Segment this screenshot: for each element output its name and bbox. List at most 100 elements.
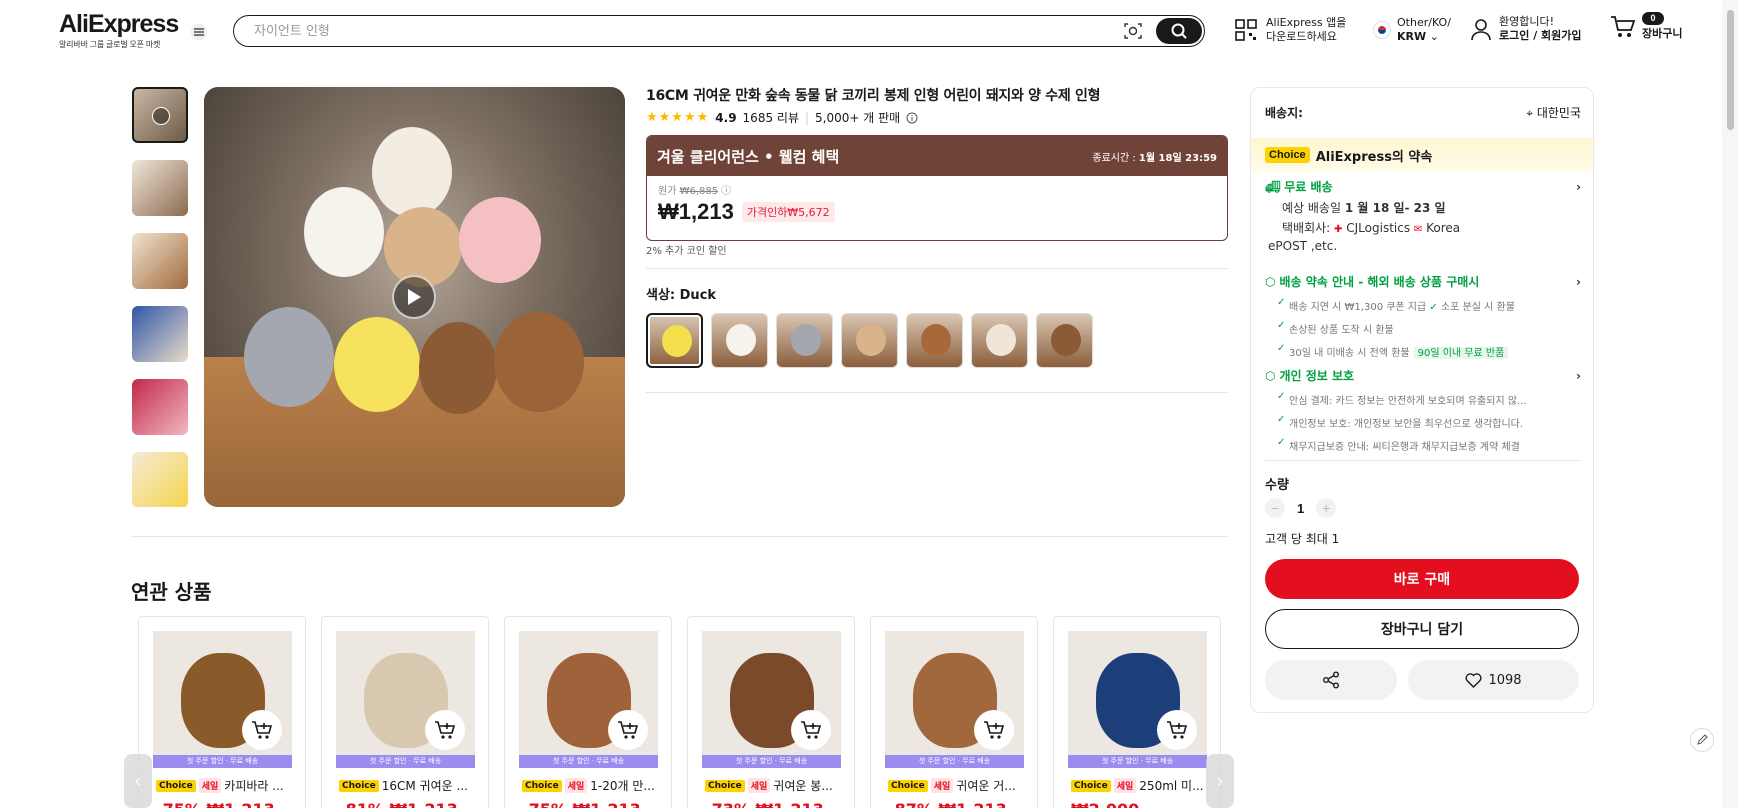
user-icon [1471, 19, 1491, 41]
main-product-image[interactable] [204, 87, 625, 507]
swatch-duck[interactable] [646, 313, 703, 368]
search-input[interactable] [254, 22, 1104, 40]
choice-badge: Choice [522, 779, 562, 792]
wishlist-count: 1098 [1488, 672, 1522, 688]
related-product-name[interactable]: Choice 세일 카피바라 ... [156, 777, 296, 794]
account-menu[interactable]: 환영합니다! 로그인 / 회원가입 [1469, 15, 1582, 43]
swatch-lamb[interactable] [711, 313, 768, 368]
ship-to-row[interactable]: 배송지: ⌖ 대한민국 [1265, 104, 1581, 121]
swatch-elephant[interactable] [776, 313, 833, 368]
related-product-card[interactable]: 첫 주문 할인 · 무료 배송 Choice 세일 카피바라 ... -75% … [138, 616, 306, 808]
sale-badge: 세일 [1113, 778, 1137, 793]
related-product-name[interactable]: Choice 세일 귀여운 봉... [705, 777, 845, 794]
swatch-bear[interactable] [841, 313, 898, 368]
share-icon [1323, 671, 1339, 689]
privacy-section[interactable]: ⬡개인 정보 보호 › 안심 결제: 카드 정보는 안전하게 보호되며 유출되지… [1265, 367, 1581, 454]
review-count[interactable]: 1685 리뷰 [743, 109, 799, 126]
login-link[interactable]: 로그인 / 회원가입 [1499, 29, 1582, 42]
choice-badge: Choice [156, 779, 196, 792]
discount-badge: 가격인하₩5,672 [741, 202, 835, 222]
cj-logo-icon: ✚ [1334, 224, 1343, 235]
image-search-icon[interactable] [1123, 21, 1143, 41]
related-product-card[interactable]: 첫 주문 할인 · 무료 배송 Choice 세일 1-20개 만... -75… [504, 616, 672, 808]
language-currency-selector[interactable]: Other/KO/ KRW ⌄ [1373, 16, 1451, 44]
page-scrollbar[interactable] [1722, 0, 1738, 808]
swatch-capybara[interactable] [1036, 313, 1093, 368]
related-product-card[interactable]: 첫 주문 할인 · 무료 배송 Choice 세일 귀여운 거... -87% … [870, 616, 1038, 808]
wishlist-button[interactable]: 1098 [1408, 660, 1579, 700]
capybara-plush [494, 312, 584, 412]
ship-to-country[interactable]: ⌖ 대한민국 [1526, 104, 1581, 121]
thumbnail-image[interactable] [132, 306, 188, 362]
add-to-cart-icon[interactable] [425, 710, 465, 750]
search-icon [1171, 23, 1187, 39]
related-product-price: -73% ₩1,213 [705, 800, 824, 808]
divider: | [804, 110, 810, 125]
related-product-name[interactable]: Choice 세일 250ml 미... [1071, 777, 1211, 794]
guarantee-item: 30일 내 미배송 시 전액 환불90일 이내 무료 반품 [1265, 344, 1581, 359]
qr-code-icon [1235, 19, 1257, 41]
carousel-prev-button[interactable]: ‹ [124, 754, 152, 808]
thumbnail-image[interactable] [132, 160, 188, 216]
related-product-image[interactable]: 첫 주문 할인 · 무료 배송 [519, 631, 658, 768]
product-name-text: 1-20개 만... [590, 779, 655, 793]
add-to-cart-icon[interactable] [974, 710, 1014, 750]
quantity-value[interactable]: 1 [1297, 501, 1304, 516]
swatch-bunny[interactable] [971, 313, 1028, 368]
privacy-item: 채무지급보증 안내: 씨티은행과 채무지급보증 계약 체결 [1265, 438, 1581, 453]
increase-quantity-button[interactable]: + [1316, 498, 1337, 518]
related-product-image[interactable]: 첫 주문 할인 · 무료 배송 [153, 631, 292, 768]
thumbnail-image[interactable] [132, 379, 188, 435]
scrollbar-thumb[interactable] [1727, 10, 1734, 130]
info-icon[interactable] [906, 112, 918, 124]
divider [646, 268, 1228, 269]
related-product-price: -87% ₩1,213 [888, 800, 1007, 808]
related-product-name[interactable]: Choice 16CM 귀여운 ... [339, 777, 479, 794]
carousel-next-button[interactable]: › [1206, 754, 1234, 808]
free-shipping-section[interactable]: 🚚︎ 무료 배송 › 예상 배송일 1 월 18 일- 23 일 택배회사: ✚ … [1265, 178, 1581, 255]
search-button[interactable] [1156, 18, 1202, 44]
related-product-card[interactable]: 첫 주문 할인 · 무료 배송 Choice 16CM 귀여운 ... -81%… [321, 616, 489, 808]
aliexpress-logo[interactable]: AliExpress 알리바바 그룹 글로벌 오픈 마켓 [59, 10, 179, 50]
decrease-quantity-button[interactable]: − [1265, 498, 1285, 518]
related-product-image[interactable]: 첫 주문 할인 · 무료 배송 [885, 631, 1024, 768]
related-product-name[interactable]: Choice 세일 1-20개 만... [522, 777, 662, 794]
add-to-cart-icon[interactable] [242, 710, 282, 750]
related-product-name[interactable]: Choice 세일 귀여운 거... [888, 777, 1028, 794]
quantity-label: 수량 [1265, 478, 1289, 493]
korea-flag-icon [1373, 21, 1391, 39]
first-order-band: 첫 주문 할인 · 무료 배송 [1068, 755, 1207, 768]
pig-plush [459, 197, 541, 283]
sale-price: ₩1,213 [658, 199, 734, 224]
sale-badge: 세일 [747, 778, 771, 793]
divider [1265, 460, 1581, 461]
first-order-band: 첫 주문 할인 · 무료 배송 [885, 755, 1024, 768]
menu-icon[interactable] [191, 24, 207, 40]
cart-link[interactable]: 0 장바구니 [1610, 12, 1682, 41]
related-product-image[interactable]: 첫 주문 할인 · 무료 배송 [1068, 631, 1207, 768]
logo-text: AliExpress [59, 10, 179, 38]
choice-badge: Choice [1071, 779, 1111, 792]
language-label: Other/KO/ [1397, 16, 1451, 29]
related-product-image[interactable]: 첫 주문 할인 · 무료 배송 [336, 631, 475, 768]
thumbnail-image[interactable] [132, 452, 188, 507]
add-to-cart-icon[interactable] [1157, 710, 1197, 750]
choice-badge: Choice [1265, 147, 1310, 163]
add-to-cart-icon[interactable] [791, 710, 831, 750]
buy-now-button[interactable]: 바로 구매 [1265, 559, 1579, 599]
related-product-image[interactable]: 첫 주문 할인 · 무료 배송 [702, 631, 841, 768]
related-product-card[interactable]: 첫 주문 할인 · 무료 배송 Choice 세일 250ml 미... ₩2,… [1053, 616, 1221, 808]
related-product-card[interactable]: 첫 주문 할인 · 무료 배송 Choice 세일 귀여운 봉... -73% … [687, 616, 855, 808]
play-video-button[interactable] [392, 275, 436, 319]
thumbnail-image[interactable] [132, 233, 188, 289]
app-download-link[interactable]: AliExpress 앱을 다운로드하세요 [1234, 16, 1356, 44]
add-to-cart-icon[interactable] [608, 710, 648, 750]
swatch-otter[interactable] [906, 313, 963, 368]
add-to-cart-button[interactable]: 장바구니 담기 [1265, 609, 1579, 649]
share-button[interactable] [1265, 660, 1397, 700]
heart-icon [1465, 672, 1482, 688]
choice-promise-title: AliExpress의 약속 [1315, 149, 1433, 165]
thumbnail-video[interactable] [132, 87, 188, 143]
feedback-edit-icon[interactable] [1690, 728, 1714, 752]
delivery-guarantee-section[interactable]: ⬡배송 약속 안내 - 해외 배송 상품 구매시 › 배송 지연 시 ₩1,30… [1265, 273, 1581, 359]
